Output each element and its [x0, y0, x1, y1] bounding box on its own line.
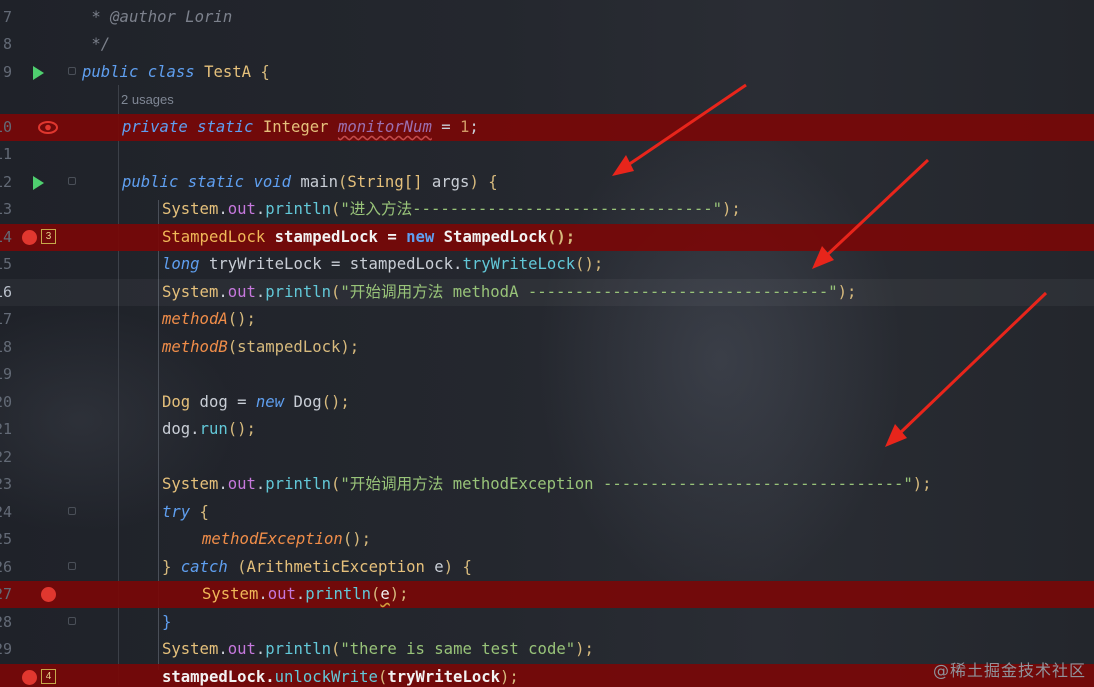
arrow-annotation — [885, 291, 1048, 447]
arrow-annotation — [612, 83, 747, 176]
arrow-annotation — [812, 158, 930, 269]
watermark: @稀土掘金技术社区 — [932, 661, 1086, 680]
code-editor[interactable]: 7 8 9 10 11 12 13 14 15 16 17 18 19 20 2… — [0, 0, 1094, 687]
annotation-arrows — [612, 83, 1048, 447]
